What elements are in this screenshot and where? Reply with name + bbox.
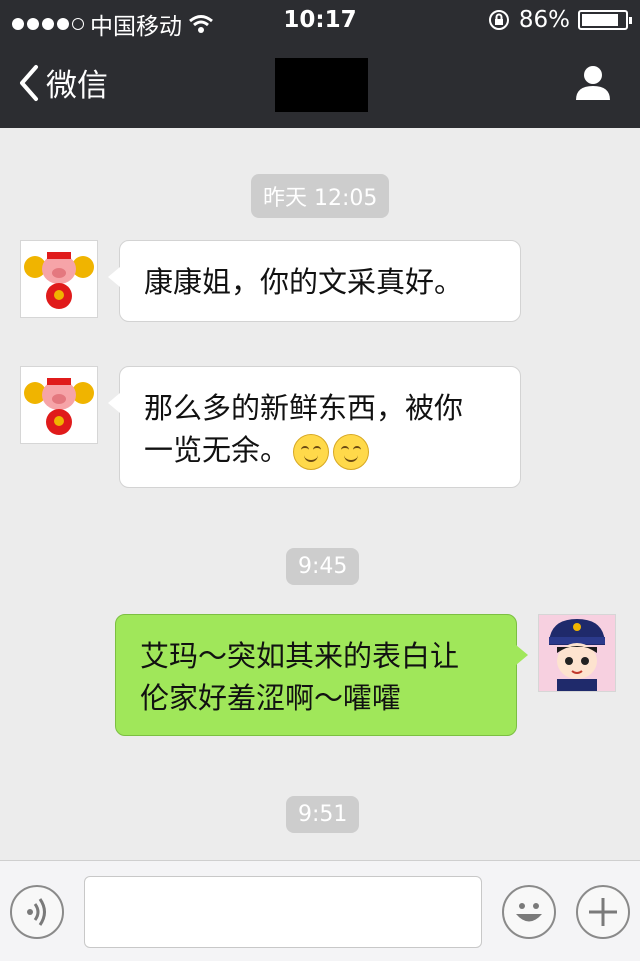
input-bar — [0, 860, 640, 961]
pig-avatar-icon — [24, 378, 94, 435]
more-button[interactable] — [576, 885, 630, 939]
status-bar: 中国移动 10:17 86% — [0, 0, 640, 40]
chevron-left-icon — [20, 64, 38, 101]
blush-emoji-icon — [293, 434, 330, 470]
status-right: 86% — [487, 7, 632, 33]
outgoing-message[interactable]: 艾玛～突如其来的表白让 伦家好羞涩啊～嚯嚯 — [115, 614, 528, 736]
chat-timestamp: 昨天 12:05 — [251, 174, 390, 218]
message-input[interactable] — [84, 876, 482, 948]
back-button[interactable]: 微信 — [18, 60, 108, 105]
message-text-line-2: 伦家好羞涩啊～嚯嚯 — [140, 681, 402, 715]
emoji-icon — [516, 903, 542, 922]
blush-emoji-icon — [333, 434, 370, 470]
contact-avatar[interactable] — [20, 240, 98, 318]
battery-icon — [578, 10, 632, 30]
pig-avatar-icon — [24, 252, 94, 309]
chat-timestamp: 9:45 — [286, 548, 360, 585]
back-label: 微信 — [46, 68, 108, 104]
voice-button[interactable] — [10, 885, 64, 939]
nav-bar: 微信 — [0, 40, 640, 128]
message-text: 康康姐，你的文采真好。 — [144, 265, 464, 299]
emoji-button[interactable] — [502, 885, 556, 939]
redacted-title — [275, 58, 368, 112]
incoming-message[interactable]: 那么多的新鲜东西，被你 一览无余。 — [108, 366, 521, 488]
rotation-lock-icon — [488, 10, 509, 30]
battery-percent: 86% — [518, 7, 570, 33]
user-icon[interactable] — [574, 64, 612, 102]
plus-icon — [589, 898, 617, 926]
chat-timestamp: 9:51 — [286, 796, 360, 833]
my-avatar[interactable] — [538, 614, 616, 692]
message-text-line: 那么多的新鲜东西，被你 — [144, 391, 464, 425]
message-text-line: 艾玛～突如其来的表白让 — [140, 639, 460, 673]
incoming-message[interactable]: 康康姐，你的文采真好。 — [108, 240, 521, 322]
message-text-line-2: 一览无余。 — [144, 429, 496, 471]
voice-icon — [27, 898, 46, 926]
contact-avatar[interactable] — [20, 366, 98, 444]
police-avatar-icon — [539, 615, 615, 691]
